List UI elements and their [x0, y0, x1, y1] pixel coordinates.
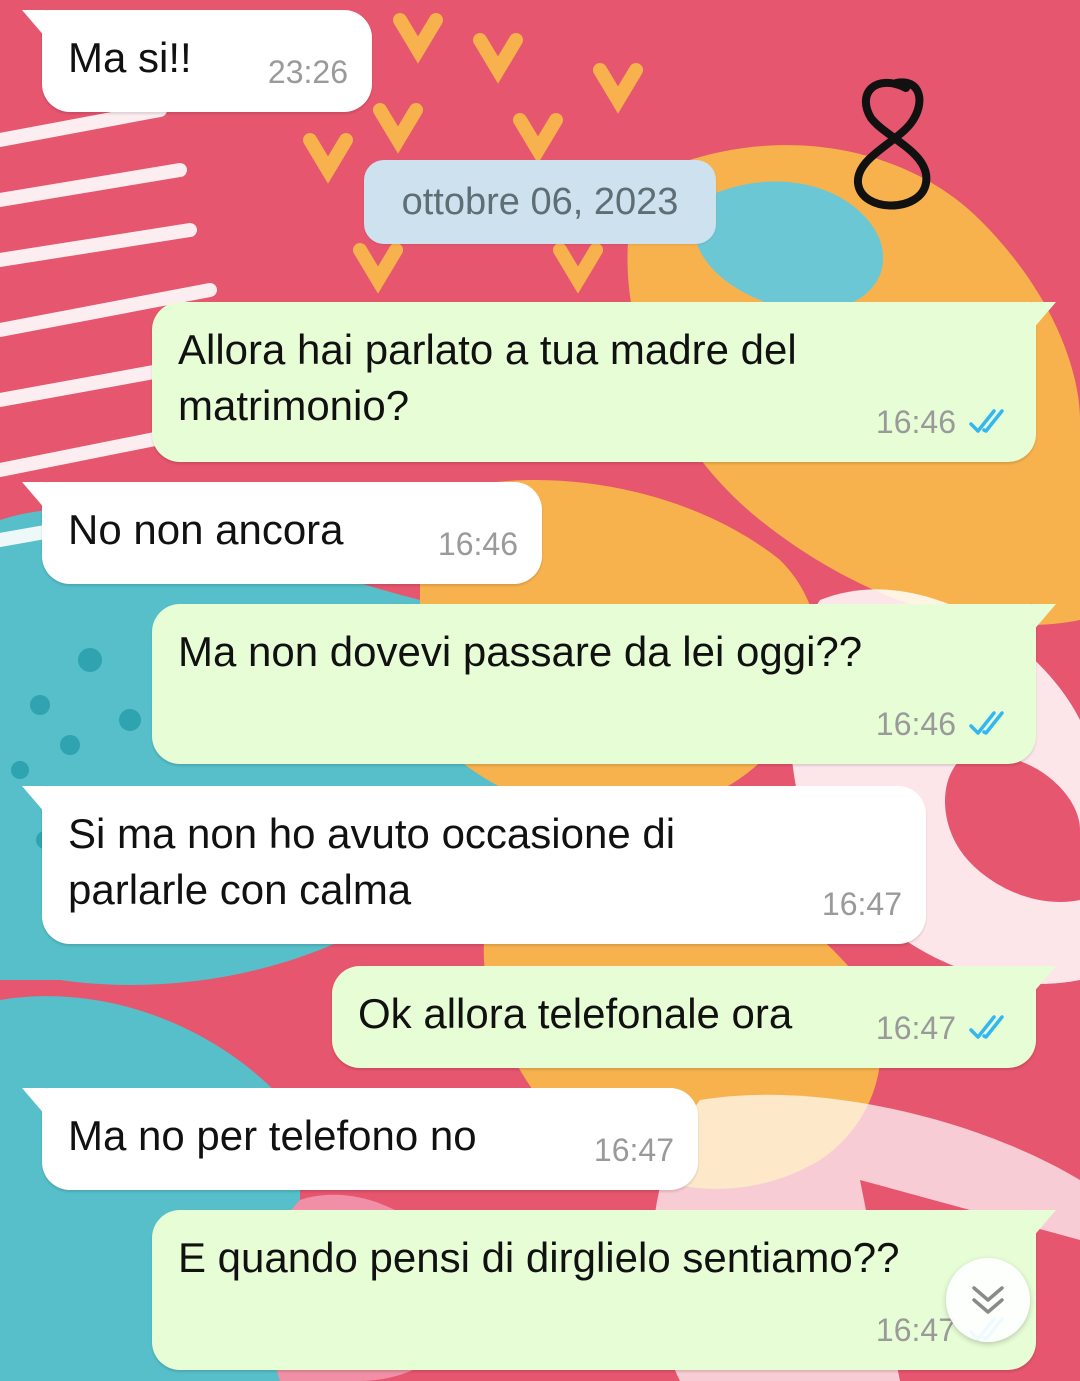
message-time: 16:47	[875, 1312, 956, 1348]
message-time: 16:47	[593, 1132, 674, 1168]
message-text: Ma si!!	[68, 34, 192, 81]
message-outgoing[interactable]: Ma non dovevi passare da lei oggi?? 16:4…	[152, 604, 1056, 764]
message-time: 16:46	[875, 706, 956, 742]
message-outgoing[interactable]: Ok allora telefonale ora 16:47	[332, 966, 1056, 1068]
message-time: 16:47	[821, 886, 902, 922]
message-incoming[interactable]: Si ma non ho avuto occasione di parlarle…	[22, 786, 926, 944]
double-check-icon	[969, 711, 1004, 735]
date-separator-label: ottobre 06, 2023	[401, 180, 679, 223]
message-text: No non ancora	[68, 506, 344, 553]
message-text: Allora hai parlato a tua madre del matri…	[178, 326, 797, 429]
message-incoming[interactable]: Ma no per telefono no 16:47	[22, 1088, 698, 1190]
message-time: 23:26	[267, 54, 348, 90]
message-text: Ma non dovevi passare da lei oggi??	[178, 628, 863, 675]
message-outgoing[interactable]: E quando pensi di dirglielo sentiamo?? 1…	[152, 1210, 1056, 1370]
message-text: Ok allora telefonale ora	[358, 990, 793, 1037]
message-time: 16:46	[875, 404, 956, 440]
message-incoming[interactable]: Ma si!! 23:26	[22, 10, 372, 112]
handwritten-eight	[854, 78, 931, 210]
scroll-to-bottom-button[interactable]	[946, 1258, 1030, 1342]
double-check-icon	[969, 409, 1004, 433]
message-incoming[interactable]: No non ancora 16:46	[22, 482, 542, 584]
double-check-icon	[969, 1015, 1004, 1039]
message-outgoing[interactable]: Allora hai parlato a tua madre del matri…	[152, 302, 1056, 462]
message-text: E quando pensi di dirglielo sentiamo??	[178, 1234, 900, 1281]
message-time: 16:47	[875, 1010, 956, 1046]
message-time: 16:46	[437, 526, 518, 562]
message-text: Si ma non ho avuto occasione di parlarle…	[68, 810, 676, 913]
date-separator: ottobre 06, 2023	[364, 160, 716, 244]
message-text: Ma no per telefono no	[68, 1112, 477, 1159]
double-chevron-down-icon	[972, 1286, 1004, 1314]
